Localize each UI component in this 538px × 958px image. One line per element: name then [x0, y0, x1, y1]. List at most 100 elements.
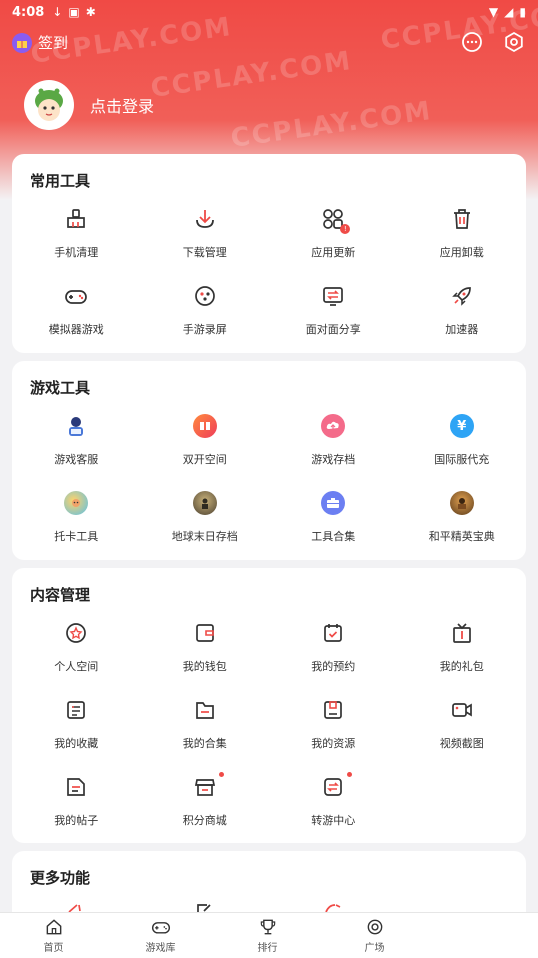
tool-accelerator[interactable]: 加速器	[398, 279, 527, 356]
store-icon	[192, 772, 224, 800]
nav-home[interactable]: 首页	[0, 913, 107, 958]
tool-gift-pack[interactable]: 我的礼包	[398, 616, 527, 693]
tool-face-share[interactable]: 面对面分享	[269, 279, 398, 356]
tool-label: 国际服代充	[434, 453, 490, 466]
tool-screen-record[interactable]: 手游录屏	[141, 279, 270, 356]
tool-label: 应用更新	[311, 246, 356, 259]
toca-icon	[63, 490, 89, 516]
tool-toolbox[interactable]: 工具合集	[269, 486, 398, 563]
tool-label: 应用卸载	[439, 246, 484, 259]
tool-label: 积分商城	[182, 814, 227, 827]
common-tools-card: 常用工具 手机清理 下载管理 ! 应用更新 应用卸载 模拟器游戏 手游录屏 面对…	[12, 154, 526, 353]
tool-pubg-guide[interactable]: 和平精英宝典	[398, 486, 527, 563]
avatar[interactable]	[24, 80, 74, 130]
settings-icon[interactable]	[502, 30, 526, 54]
user-login-area[interactable]: 点击登录	[24, 80, 154, 130]
update-count-badge: !	[340, 224, 351, 234]
tool-transfer-center[interactable]: 转游中心	[269, 770, 398, 847]
tool-wallet[interactable]: 我的钱包	[141, 616, 270, 693]
tool-game-save[interactable]: 游戏存档	[269, 409, 398, 486]
tool-video-screenshot[interactable]: 视频截图	[398, 693, 527, 770]
tool-toca[interactable]: 托卡工具	[12, 486, 141, 563]
tool-label: 和平精英宝典	[428, 530, 495, 543]
doomsday-icon	[192, 490, 218, 516]
notification-dot	[218, 772, 224, 777]
section-title: 内容管理	[30, 586, 91, 604]
tool-my-resources[interactable]: 我的资源	[269, 693, 398, 770]
tool-label: 面对面分享	[305, 323, 361, 336]
video-icon	[449, 697, 475, 723]
tool-my-posts[interactable]: 我的帖子	[12, 770, 141, 847]
content-management-card: 内容管理 个人空间 我的钱包 我的预约 我的礼包 我的收藏 我的合集 我的资源	[12, 568, 526, 843]
tool-download-manager[interactable]: 下载管理	[141, 202, 270, 279]
wifi-icon: ▼	[488, 5, 499, 19]
dual-space-icon	[192, 413, 218, 439]
broom-icon	[63, 206, 89, 232]
tool-label: 我的资源	[311, 737, 356, 750]
star-circle-icon	[63, 620, 89, 646]
tool-emulator-games[interactable]: 模拟器游戏	[12, 279, 141, 356]
screen-record-icon	[192, 283, 218, 309]
tool-intl-topup[interactable]: ¥ 国际服代充	[398, 409, 527, 486]
tool-points-store[interactable]: 积分商城	[141, 770, 270, 847]
message-icon[interactable]	[460, 30, 484, 54]
tool-label: 地球末日存档	[171, 530, 238, 543]
game-tools-card: 游戏工具 游戏客服 双开空间 游戏存档 ¥ 国际服代充 托卡工具 地球末日存档 …	[12, 361, 526, 560]
post-icon	[63, 774, 89, 800]
tool-label: 托卡工具	[54, 530, 99, 543]
app-update-icon: !	[320, 206, 351, 234]
tool-label: 手机清理	[54, 246, 99, 259]
gamepad-icon	[63, 283, 89, 309]
resource-icon	[320, 697, 346, 723]
collection-icon	[63, 697, 89, 723]
tool-label: 手游录屏	[182, 323, 227, 336]
tool-game-service[interactable]: 游戏客服	[12, 409, 141, 486]
trash-icon	[449, 206, 475, 232]
status-bar: 4:08 ↓ ▣ ✱ ▼ ◢ ▮	[0, 0, 538, 24]
nav-label: 排行	[257, 943, 278, 954]
tool-label: 视频截图	[439, 737, 484, 750]
tool-app-update[interactable]: ! 应用更新	[269, 202, 398, 279]
nav-label: 广场	[364, 943, 385, 954]
nav-game-library[interactable]: 游戏库	[107, 913, 214, 958]
game-library-icon	[151, 922, 170, 934]
wallet-icon	[192, 620, 218, 646]
tool-label: 我的礼包	[439, 660, 484, 673]
signin-button[interactable]: 签到	[12, 32, 68, 53]
swap-icon	[320, 772, 353, 800]
tool-my-collections[interactable]: 我的合集	[141, 693, 270, 770]
tool-label: 我的帖子	[54, 814, 99, 827]
home-icon	[46, 919, 61, 935]
nav-ranking[interactable]: 排行	[214, 913, 321, 958]
tool-app-uninstall[interactable]: 应用卸载	[398, 202, 527, 279]
nav-plaza[interactable]: 广场	[321, 913, 428, 958]
toolbox-icon	[320, 490, 346, 516]
notification-dot	[347, 772, 353, 777]
tool-label: 下载管理	[182, 246, 227, 259]
battery-icon: ▮	[519, 5, 526, 19]
app-status-icon: ▣	[68, 5, 80, 19]
tool-dual-space[interactable]: 双开空间	[141, 409, 270, 486]
section-title: 更多功能	[30, 869, 91, 887]
section-title: 常用工具	[30, 172, 91, 190]
customer-service-icon	[63, 413, 89, 439]
gift-box-icon	[449, 620, 475, 646]
bottom-navigation: 首页 游戏库 排行 广场	[0, 912, 538, 958]
folder-icon	[192, 697, 218, 723]
tool-label: 我的钱包	[182, 660, 227, 673]
signin-label: 签到	[38, 34, 69, 52]
calendar-check-icon	[320, 620, 346, 646]
yen-icon: ¥	[449, 413, 475, 439]
status-time: 4:08	[12, 4, 45, 20]
pubg-icon	[449, 490, 475, 516]
login-link[interactable]: 点击登录	[90, 93, 154, 117]
tool-label: 模拟器游戏	[48, 323, 104, 336]
tool-doomsday-save[interactable]: 地球末日存档	[141, 486, 270, 563]
tool-personal-space[interactable]: 个人空间	[12, 616, 141, 693]
tool-favorites[interactable]: 我的收藏	[12, 693, 141, 770]
rocket-icon	[449, 283, 475, 309]
tool-label: 双开空间	[182, 453, 227, 466]
tool-phone-clean[interactable]: 手机清理	[12, 202, 141, 279]
tool-reservation[interactable]: 我的预约	[269, 616, 398, 693]
tool-label: 我的合集	[182, 737, 227, 750]
